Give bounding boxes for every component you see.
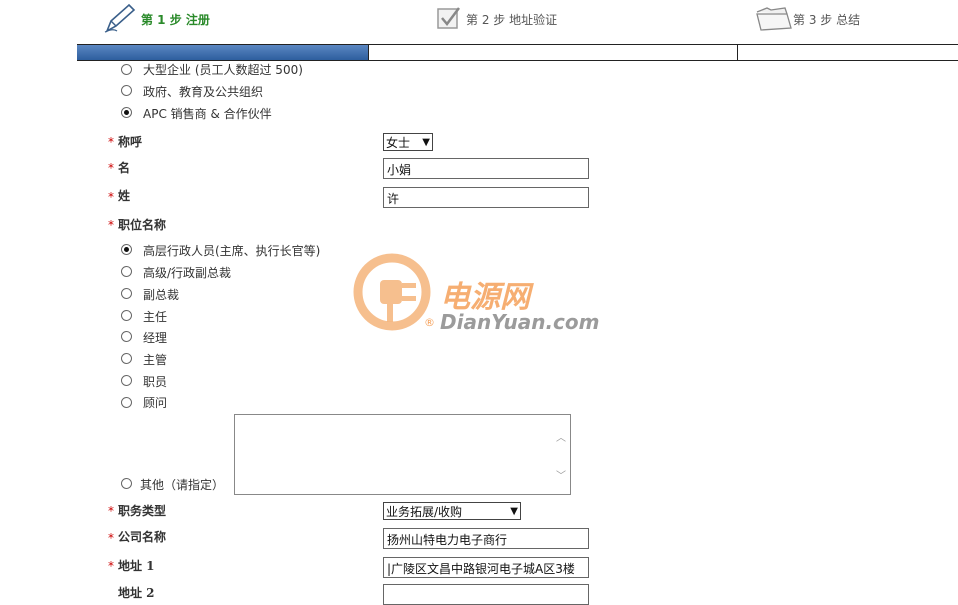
salutation-label: 称呼 bbox=[118, 135, 143, 149]
step-2: 第 2 步 地址验证 bbox=[436, 4, 557, 34]
job-title-label-director: 主任 bbox=[143, 310, 168, 324]
org-type-label-apc-partner: APC 销售商 & 合作伙伴 bbox=[143, 107, 272, 121]
job-title-radio-director[interactable] bbox=[121, 310, 132, 321]
address2-label: 地址 2 bbox=[118, 586, 155, 600]
chevron-down-icon: ▼ bbox=[422, 136, 430, 148]
address1-label: 地址 1 bbox=[118, 559, 155, 573]
checkbox-icon bbox=[436, 5, 462, 34]
scroll-up-icon[interactable]: ︿ bbox=[556, 429, 566, 444]
progress-divider bbox=[737, 45, 738, 60]
required-mark: * bbox=[108, 218, 114, 232]
required-mark: * bbox=[108, 161, 114, 175]
job-type-value: 业务拓展/收购 bbox=[386, 504, 463, 519]
address1-input[interactable]: |广陵区文昌中路银河电子城A区3楼 bbox=[383, 557, 589, 578]
step-3: 第 3 步 总结 bbox=[755, 4, 860, 34]
step-1: 第 1 步 注册 bbox=[103, 3, 210, 36]
folder-icon bbox=[755, 4, 793, 35]
job-title-label-executive: 高层行政人员(主席、执行长官等) bbox=[143, 244, 321, 258]
job-title-radio-other[interactable] bbox=[121, 478, 132, 489]
job-title-label-svp: 高级/行政副总裁 bbox=[143, 266, 232, 280]
job-title-radio-executive[interactable] bbox=[121, 244, 132, 255]
job-title-label-consultant: 顾问 bbox=[143, 396, 168, 410]
job-title-label-manager: 经理 bbox=[143, 331, 168, 345]
job-title-radio-staff[interactable] bbox=[121, 375, 132, 386]
job-title-radio-vp[interactable] bbox=[121, 288, 132, 299]
job-title-radio-svp[interactable] bbox=[121, 266, 132, 277]
watermark-reg: ® bbox=[424, 316, 435, 329]
progress-bar bbox=[77, 44, 958, 61]
chevron-down-icon: ▼ bbox=[510, 505, 518, 517]
org-type-radio-enterprise[interactable] bbox=[121, 64, 132, 75]
job-title-radio-manager[interactable] bbox=[121, 331, 132, 342]
job-title-label-supervisor: 主管 bbox=[143, 353, 168, 367]
watermark-en: DianYuan.com bbox=[440, 310, 600, 334]
dianyuan-watermark: 电源网 ® DianYuan.com bbox=[350, 252, 610, 336]
last-name-input[interactable]: 许 bbox=[383, 187, 589, 208]
job-type-select[interactable]: 业务拓展/收购 ▼ bbox=[383, 502, 521, 520]
job-title-label: 职位名称 bbox=[118, 218, 167, 232]
progress-fill bbox=[77, 45, 369, 60]
job-title-label-staff: 职员 bbox=[143, 375, 168, 389]
required-mark: * bbox=[108, 559, 114, 573]
step-1-label: 第 1 步 注册 bbox=[141, 12, 210, 27]
org-type-label-enterprise: 大型企业 (员工人数超过 500) bbox=[143, 63, 303, 77]
job-title-label-other: 其他（请指定） bbox=[140, 478, 225, 492]
job-title-radio-consultant[interactable] bbox=[121, 397, 132, 408]
required-mark: * bbox=[108, 504, 114, 518]
scroll-down-icon[interactable]: ﹀ bbox=[556, 467, 566, 482]
company-label: 公司名称 bbox=[118, 530, 167, 544]
salutation-value: 女士 bbox=[386, 135, 411, 150]
last-name-label: 姓 bbox=[118, 189, 131, 203]
first-name-label: 名 bbox=[118, 161, 131, 175]
job-title-label-vp: 副总裁 bbox=[143, 288, 180, 302]
job-type-label: 职务类型 bbox=[118, 504, 167, 518]
required-mark: * bbox=[108, 135, 114, 149]
first-name-input[interactable]: 小娟 bbox=[383, 158, 589, 179]
salutation-select[interactable]: 女士 ▼ bbox=[383, 133, 433, 151]
required-mark: * bbox=[108, 531, 114, 545]
pen-icon bbox=[103, 3, 137, 36]
job-title-other-textarea[interactable]: ︿ ﹀ bbox=[234, 414, 571, 495]
org-type-radio-government[interactable] bbox=[121, 85, 132, 96]
step-3-label: 第 3 步 总结 bbox=[793, 12, 861, 27]
org-type-radio-apc-partner[interactable] bbox=[121, 107, 132, 118]
step-2-label: 第 2 步 地址验证 bbox=[466, 12, 558, 27]
company-input[interactable]: 扬州山特电力电子商行 bbox=[383, 528, 589, 549]
job-title-radio-supervisor[interactable] bbox=[121, 353, 132, 364]
org-type-label-government: 政府、教育及公共组织 bbox=[143, 85, 264, 99]
required-mark: * bbox=[108, 190, 114, 204]
